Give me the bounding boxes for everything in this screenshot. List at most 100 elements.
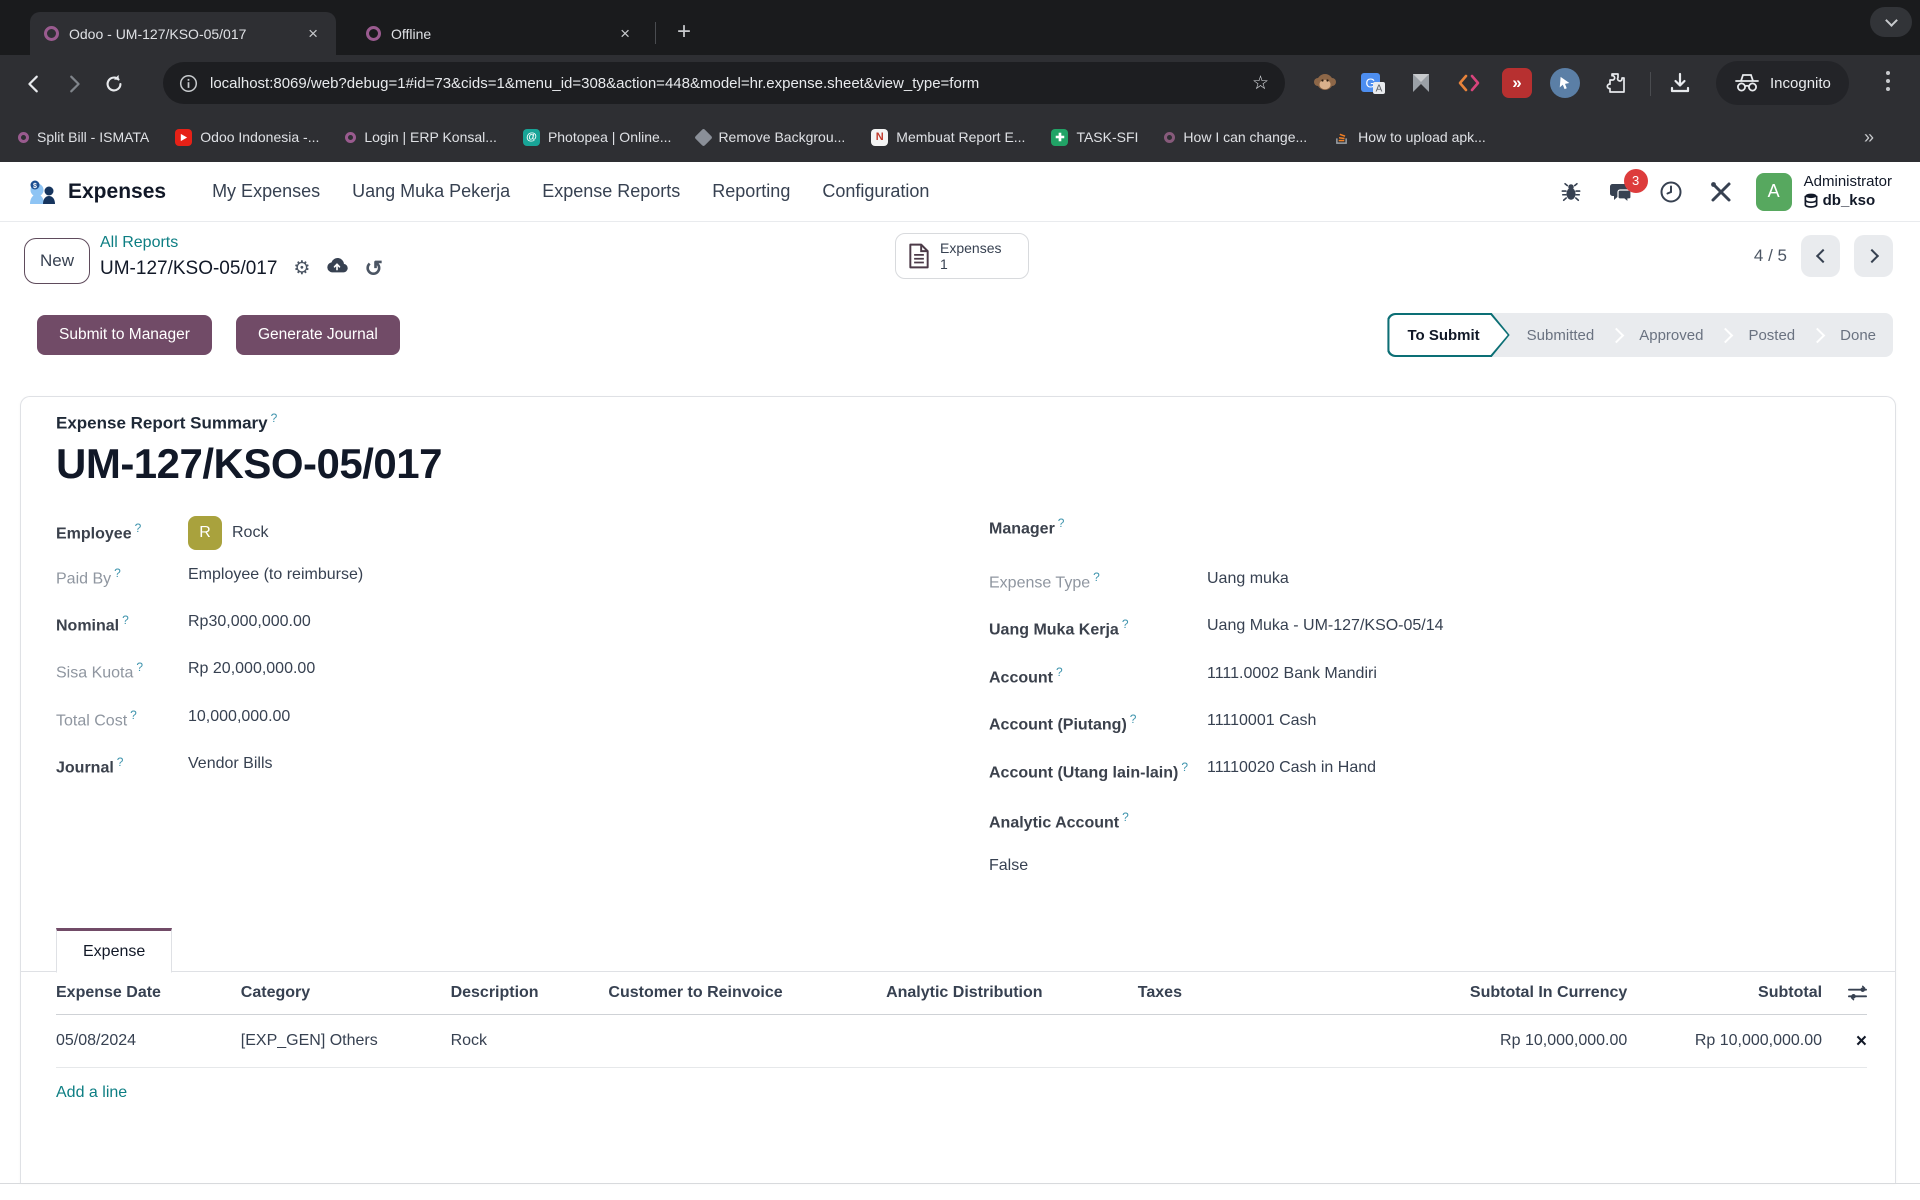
cell-expense-date[interactable]: 05/08/2024: [56, 1032, 241, 1050]
downloads-icon[interactable]: [1665, 68, 1695, 98]
cell-category[interactable]: [EXP_GEN] Others: [241, 1032, 451, 1050]
menu-expense-reports[interactable]: Expense Reports: [526, 173, 696, 210]
field-sisa-kuota[interactable]: Sisa Kuota? Rp 20,000,000.00: [56, 660, 934, 682]
bookmarks-bar: Split Bill - ISMATA Odoo Indonesia -... …: [0, 112, 1920, 162]
field-paid-by[interactable]: Paid By? Employee (to reimburse): [56, 566, 934, 588]
col-subtotal[interactable]: Subtotal: [1627, 984, 1822, 1002]
messages-icon[interactable]: 3: [1606, 177, 1636, 207]
field-false-value[interactable]: False: [989, 857, 1867, 878]
action-gear-icon[interactable]: ⚙: [293, 256, 310, 282]
extension-fastforward-icon[interactable]: »: [1502, 68, 1532, 98]
expense-line-row[interactable]: 05/08/2024 [EXP_GEN] Others Rock Rp 10,0…: [56, 1015, 1867, 1068]
save-cloud-icon[interactable]: [326, 256, 348, 282]
bookmark-membuat-report[interactable]: NMembuat Report E...: [871, 129, 1025, 146]
reload-button[interactable]: [94, 64, 134, 104]
cell-subtotal-in-currency[interactable]: Rp 10,000,000.00: [1298, 1032, 1628, 1050]
field-analytic-account[interactable]: Analytic Account?: [989, 810, 1867, 832]
bookmarks-overflow-icon[interactable]: »: [1864, 127, 1874, 148]
optional-columns-icon[interactable]: [1822, 985, 1867, 1001]
browser-tabstrip: Odoo - UM-127/KSO-05/017 × Offline × +: [0, 0, 1920, 55]
browser-tab-odoo[interactable]: Odoo - UM-127/KSO-05/017 ×: [30, 12, 336, 55]
tab-expense[interactable]: Expense: [56, 928, 172, 973]
menu-uang-muka-pekerja[interactable]: Uang Muka Pekerja: [336, 173, 526, 210]
extension-translate-icon[interactable]: GA: [1358, 68, 1388, 98]
bookmark-odoo-indonesia[interactable]: Odoo Indonesia -...: [175, 129, 319, 146]
close-tab-icon[interactable]: ×: [616, 23, 634, 44]
status-to-submit[interactable]: To Submit: [1387, 313, 1509, 357]
extension-cursor-icon[interactable]: [1550, 68, 1580, 98]
url-bar[interactable]: localhost:8069/web?debug=1#id=73&cids=1&…: [163, 62, 1285, 104]
field-total-cost[interactable]: Total Cost? 10,000,000.00: [56, 708, 934, 730]
activities-clock-icon[interactable]: [1656, 177, 1686, 207]
page-title[interactable]: UM-127/KSO-05/017: [56, 440, 1867, 488]
status-approved[interactable]: Approved: [1622, 327, 1720, 344]
breadcrumb-all-reports[interactable]: All Reports: [100, 232, 383, 254]
add-a-line-link[interactable]: Add a line: [56, 1068, 1867, 1102]
extension-monkey-icon[interactable]: [1310, 68, 1340, 98]
bookmark-task-sfi[interactable]: ✚TASK-SFI: [1051, 129, 1138, 146]
app-switcher[interactable]: $ Expenses: [28, 178, 166, 206]
odoo-favicon: [44, 26, 59, 41]
menu-my-expenses[interactable]: My Expenses: [196, 173, 336, 210]
submit-to-manager-button[interactable]: Submit to Manager: [37, 315, 212, 355]
help-icon: ?: [117, 755, 124, 769]
extension-bookmark-icon[interactable]: [1406, 68, 1436, 98]
col-expense-date[interactable]: Expense Date: [56, 984, 241, 1002]
status-submitted[interactable]: Submitted: [1510, 327, 1612, 344]
browser-menu-icon[interactable]: [1886, 71, 1890, 91]
field-account-piutang[interactable]: Account (Piutang)? 11110001 Cash: [989, 712, 1867, 734]
field-manager[interactable]: Manager?: [989, 516, 1867, 538]
col-category[interactable]: Category: [241, 984, 451, 1002]
pager-next-button[interactable]: [1854, 235, 1893, 277]
delete-line-icon[interactable]: ×: [1856, 1032, 1867, 1051]
new-button[interactable]: New: [24, 238, 90, 284]
pager-count: 4 / 5: [1754, 246, 1787, 266]
col-taxes[interactable]: Taxes: [1138, 984, 1298, 1002]
col-customer-to-reinvoice[interactable]: Customer to Reinvoice: [608, 984, 886, 1002]
close-tab-icon[interactable]: ×: [304, 23, 322, 44]
cell-subtotal[interactable]: Rp 10,000,000.00: [1627, 1032, 1822, 1050]
field-uang-muka-kerja[interactable]: Uang Muka Kerja? Uang Muka - UM-127/KSO-…: [989, 617, 1867, 639]
menu-reporting[interactable]: Reporting: [696, 173, 806, 210]
tools-icon[interactable]: [1706, 177, 1736, 207]
pager-previous-button[interactable]: [1801, 235, 1840, 277]
smart-button-label: Expenses: [940, 240, 1001, 256]
field-journal[interactable]: Journal? Vendor Bills: [56, 755, 934, 777]
col-analytic-distribution[interactable]: Analytic Distribution: [886, 984, 1138, 1002]
bookmark-how-i-can-change[interactable]: How I can change...: [1164, 129, 1307, 145]
debug-bug-icon[interactable]: [1556, 177, 1586, 207]
cell-description[interactable]: Rock: [451, 1032, 609, 1050]
browser-tab-offline[interactable]: Offline ×: [352, 12, 648, 55]
forward-button[interactable]: [54, 64, 94, 104]
field-expense-type[interactable]: Expense Type? Uang muka: [989, 570, 1867, 592]
discard-revert-icon[interactable]: ↺: [364, 254, 382, 284]
window-caret-button[interactable]: [1870, 7, 1912, 37]
col-subtotal-in-currency[interactable]: Subtotal In Currency: [1298, 984, 1628, 1002]
status-posted[interactable]: Posted: [1731, 327, 1812, 344]
back-button[interactable]: [14, 64, 54, 104]
status-done[interactable]: Done: [1823, 327, 1893, 344]
bookmark-how-to-upload[interactable]: How to upload apk...: [1333, 129, 1486, 146]
field-account[interactable]: Account? 1111.0002 Bank Mandiri: [989, 665, 1867, 687]
odoo-favicon: [345, 132, 356, 143]
bookmark-photopea[interactable]: @Photopea | Online...: [523, 129, 672, 146]
expenses-smart-button[interactable]: Expenses 1: [895, 233, 1029, 279]
help-icon: ?: [114, 566, 121, 580]
site-info-icon[interactable]: [179, 74, 198, 93]
extension-code-icon[interactable]: [1454, 68, 1484, 98]
field-account-utang[interactable]: Account (Utang lain-lain)? 11110020 Cash…: [989, 759, 1867, 785]
menu-configuration[interactable]: Configuration: [806, 173, 945, 210]
extensions-puzzle-icon[interactable]: [1602, 68, 1632, 98]
user-menu[interactable]: A Administrator db_kso: [1756, 173, 1892, 211]
browser-toolbar: localhost:8069/web?debug=1#id=73&cids=1&…: [0, 55, 1920, 112]
field-employee[interactable]: Employee? RRock: [56, 516, 934, 550]
bookmark-star-icon[interactable]: ☆: [1252, 72, 1269, 95]
bookmark-login-erp[interactable]: Login | ERP Konsal...: [345, 129, 497, 145]
new-tab-button[interactable]: +: [666, 14, 702, 50]
help-icon: ?: [136, 660, 143, 674]
bookmark-remove-background[interactable]: Remove Backgrou...: [697, 129, 845, 145]
bookmark-split-bill[interactable]: Split Bill - ISMATA: [18, 129, 149, 145]
generate-journal-button[interactable]: Generate Journal: [236, 315, 400, 355]
field-nominal[interactable]: Nominal? Rp30,000,000.00: [56, 613, 934, 635]
col-description[interactable]: Description: [451, 984, 609, 1002]
